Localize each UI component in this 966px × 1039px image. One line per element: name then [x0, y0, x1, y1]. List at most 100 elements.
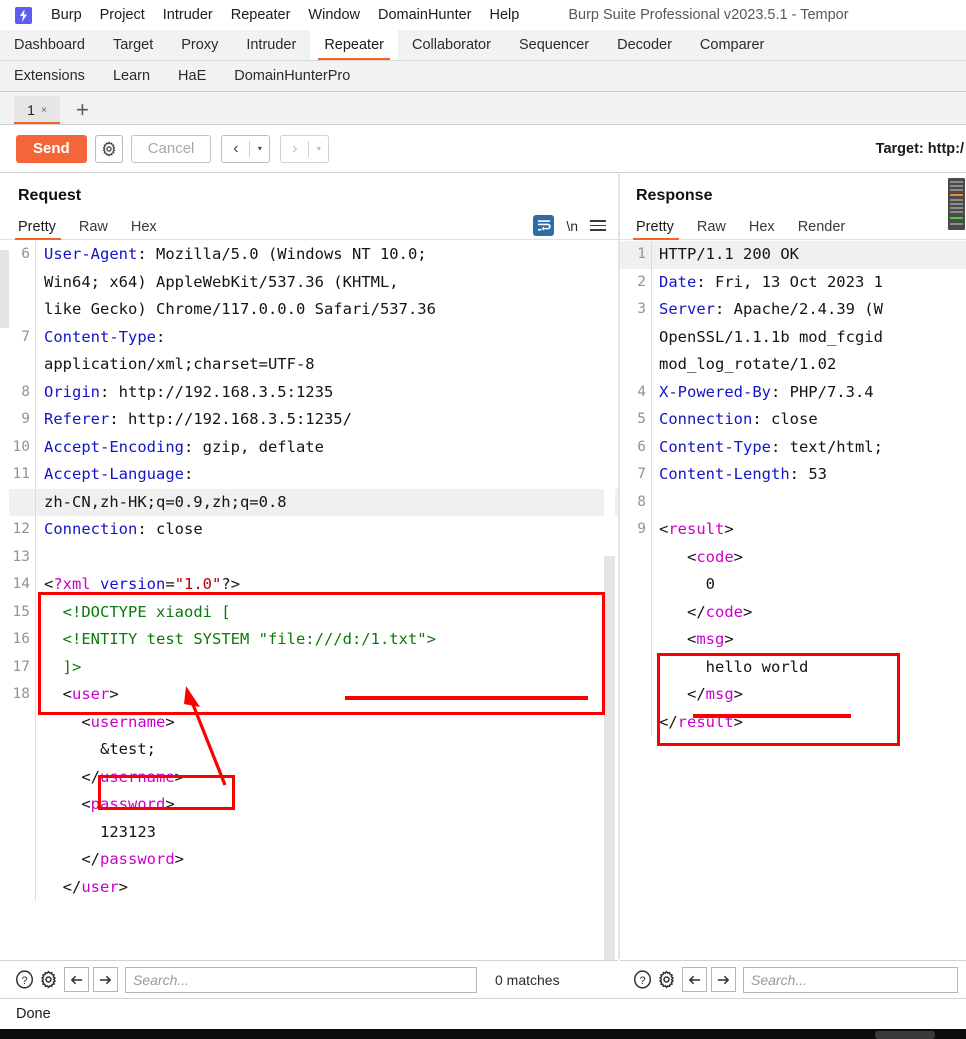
tab-decoder[interactable]: Decoder	[603, 30, 686, 60]
close-icon[interactable]: ×	[41, 105, 47, 116]
word-wrap-button[interactable]	[533, 215, 555, 236]
line-content[interactable]: </user>	[36, 874, 618, 902]
tab-dashboard[interactable]: Dashboard	[0, 30, 99, 60]
tab-collaborator[interactable]: Collaborator	[398, 30, 505, 60]
send-settings-button[interactable]	[94, 134, 123, 163]
response-search-input[interactable]	[743, 966, 958, 993]
tab-extensions[interactable]: Extensions	[0, 61, 99, 91]
request-search-input[interactable]	[125, 966, 477, 993]
response-subtab-raw[interactable]: Raw	[697, 219, 737, 239]
line-content[interactable]: <?xml version="1.0"?>	[36, 571, 618, 599]
line-content[interactable]: </code>	[652, 599, 966, 627]
line-content[interactable]: mod_log_rotate/1.02	[652, 351, 966, 379]
response-subtab-hex[interactable]: Hex	[749, 219, 786, 239]
line-content[interactable]: Content-Type:	[36, 324, 618, 352]
line-content[interactable]: <!ENTITY test SYSTEM "file:///d:/1.txt">	[36, 626, 618, 654]
line-content[interactable]: &test;	[36, 736, 618, 764]
tab-sequencer[interactable]: Sequencer	[505, 30, 603, 60]
question-circle-icon[interactable]: ?	[12, 968, 36, 992]
line-content[interactable]: zh-CN,zh-HK;q=0.9,zh;q=0.8	[36, 489, 618, 517]
chevron-down-icon[interactable]: ▾	[309, 136, 328, 162]
line-content[interactable]: hello world	[652, 654, 966, 682]
line-content[interactable]: like Gecko) Chrome/117.0.0.0 Safari/537.…	[36, 296, 618, 324]
line-content[interactable]: <msg>	[652, 626, 966, 654]
line-content[interactable]: </username>	[36, 764, 618, 792]
request-left-scrollbar[interactable]	[0, 250, 9, 930]
tab-repeater[interactable]: Repeater	[310, 30, 398, 60]
line-content[interactable]: application/xml;charset=UTF-8	[36, 351, 618, 379]
line-content[interactable]: </msg>	[652, 681, 966, 709]
request-vertical-scrollbar[interactable]	[604, 376, 615, 1039]
gear-icon[interactable]	[36, 968, 60, 992]
line-content[interactable]	[652, 489, 966, 517]
request-editor[interactable]: 6 User-Agent: Mozilla/5.0 (Windows NT 10.…	[0, 241, 618, 919]
cancel-button[interactable]: Cancel	[130, 134, 212, 163]
response-editor[interactable]: 1 HTTP/1.1 200 OK 2 Date: Fri, 13 Oct 2023 …	[620, 241, 966, 919]
request-subtab-raw[interactable]: Raw	[79, 219, 119, 239]
chevron-down-icon[interactable]: ▾	[250, 136, 269, 162]
line-content[interactable]: <user>	[36, 681, 618, 709]
tab-target[interactable]: Target	[99, 30, 167, 60]
send-button[interactable]: Send	[16, 134, 87, 163]
line-content[interactable]: X-Powered-By: PHP/7.3.4	[652, 379, 966, 407]
search-minimap-indicator[interactable]	[948, 178, 965, 230]
menu-burp[interactable]: Burp	[42, 0, 91, 30]
line-content[interactable]: </result>	[652, 709, 966, 737]
line-content[interactable]: 0	[652, 571, 966, 599]
tab-domainhunterpro[interactable]: DomainHunterPro	[220, 61, 364, 91]
line-content[interactable]	[36, 544, 618, 572]
go-back-button[interactable]: ‹ ▾	[221, 134, 271, 163]
line-content[interactable]: Server: Apache/2.4.39 (W	[652, 296, 966, 324]
line-content[interactable]: <password>	[36, 791, 618, 819]
line-content[interactable]: Connection: close	[652, 406, 966, 434]
request-line: 10 Accept-Encoding: gzip, deflate	[0, 433, 618, 462]
menu-domainhunter[interactable]: DomainHunter	[369, 0, 481, 30]
line-content[interactable]: Origin: http://192.168.3.5:1235	[36, 379, 618, 407]
request-subtab-hex[interactable]: Hex	[131, 219, 168, 239]
gear-icon[interactable]	[654, 968, 678, 992]
line-content[interactable]: User-Agent: Mozilla/5.0 (Windows NT 10.0…	[36, 241, 618, 269]
scrollbar-thumb[interactable]	[0, 250, 9, 328]
request-subtab-pretty[interactable]: Pretty	[15, 219, 67, 240]
line-content[interactable]: Accept-Language:	[36, 461, 618, 489]
line-content[interactable]: Content-Type: text/html;	[652, 434, 966, 462]
line-content[interactable]: ]>	[36, 654, 618, 682]
line-content[interactable]: Content-Length: 53	[652, 461, 966, 489]
line-content[interactable]: <!DOCTYPE xiaodi [	[36, 599, 618, 627]
tab-intruder[interactable]: Intruder	[232, 30, 310, 60]
line-content[interactable]: <username>	[36, 709, 618, 737]
line-content[interactable]: <code>	[652, 544, 966, 572]
question-circle-icon[interactable]: ?	[630, 968, 654, 992]
menu-project[interactable]: Project	[91, 0, 154, 30]
menu-repeater[interactable]: Repeater	[222, 0, 300, 30]
line-content[interactable]: <result>	[652, 516, 966, 544]
line-content[interactable]: HTTP/1.1 200 OK	[652, 241, 966, 269]
line-content[interactable]: 123123	[36, 819, 618, 847]
line-content[interactable]: Accept-Encoding: gzip, deflate	[36, 434, 618, 462]
response-line: 2 Date: Fri, 13 Oct 2023 1	[620, 268, 966, 297]
menu-help[interactable]: Help	[481, 0, 529, 30]
line-content[interactable]: Date: Fri, 13 Oct 2023 1	[652, 269, 966, 297]
tab-learn[interactable]: Learn	[99, 61, 164, 91]
line-content[interactable]: Referer: http://192.168.3.5:1235/	[36, 406, 618, 434]
search-prev-button[interactable]	[64, 967, 89, 992]
tab-comparer[interactable]: Comparer	[686, 30, 778, 60]
search-next-button[interactable]	[711, 967, 736, 992]
line-content[interactable]: Win64; x64) AppleWebKit/537.36 (KHTML,	[36, 269, 618, 297]
line-content[interactable]: OpenSSL/1.1.1b mod_fcgid	[652, 324, 966, 352]
go-forward-button[interactable]: › ▾	[280, 134, 330, 163]
line-content[interactable]: </password>	[36, 846, 618, 874]
menu-window[interactable]: Window	[299, 0, 369, 30]
search-next-button[interactable]	[93, 967, 118, 992]
newline-toggle[interactable]: \n	[566, 218, 578, 234]
tab-hae[interactable]: HaE	[164, 61, 220, 91]
search-prev-button[interactable]	[682, 967, 707, 992]
add-tab-button[interactable]: +	[76, 99, 89, 121]
hamburger-menu-icon[interactable]	[590, 220, 606, 231]
menu-intruder[interactable]: Intruder	[154, 0, 222, 30]
response-subtab-pretty[interactable]: Pretty	[633, 219, 685, 240]
tab-proxy[interactable]: Proxy	[167, 30, 232, 60]
line-content[interactable]: Connection: close	[36, 516, 618, 544]
repeater-tab-1[interactable]: 1 ×	[14, 96, 60, 124]
response-subtab-render[interactable]: Render	[798, 219, 857, 239]
